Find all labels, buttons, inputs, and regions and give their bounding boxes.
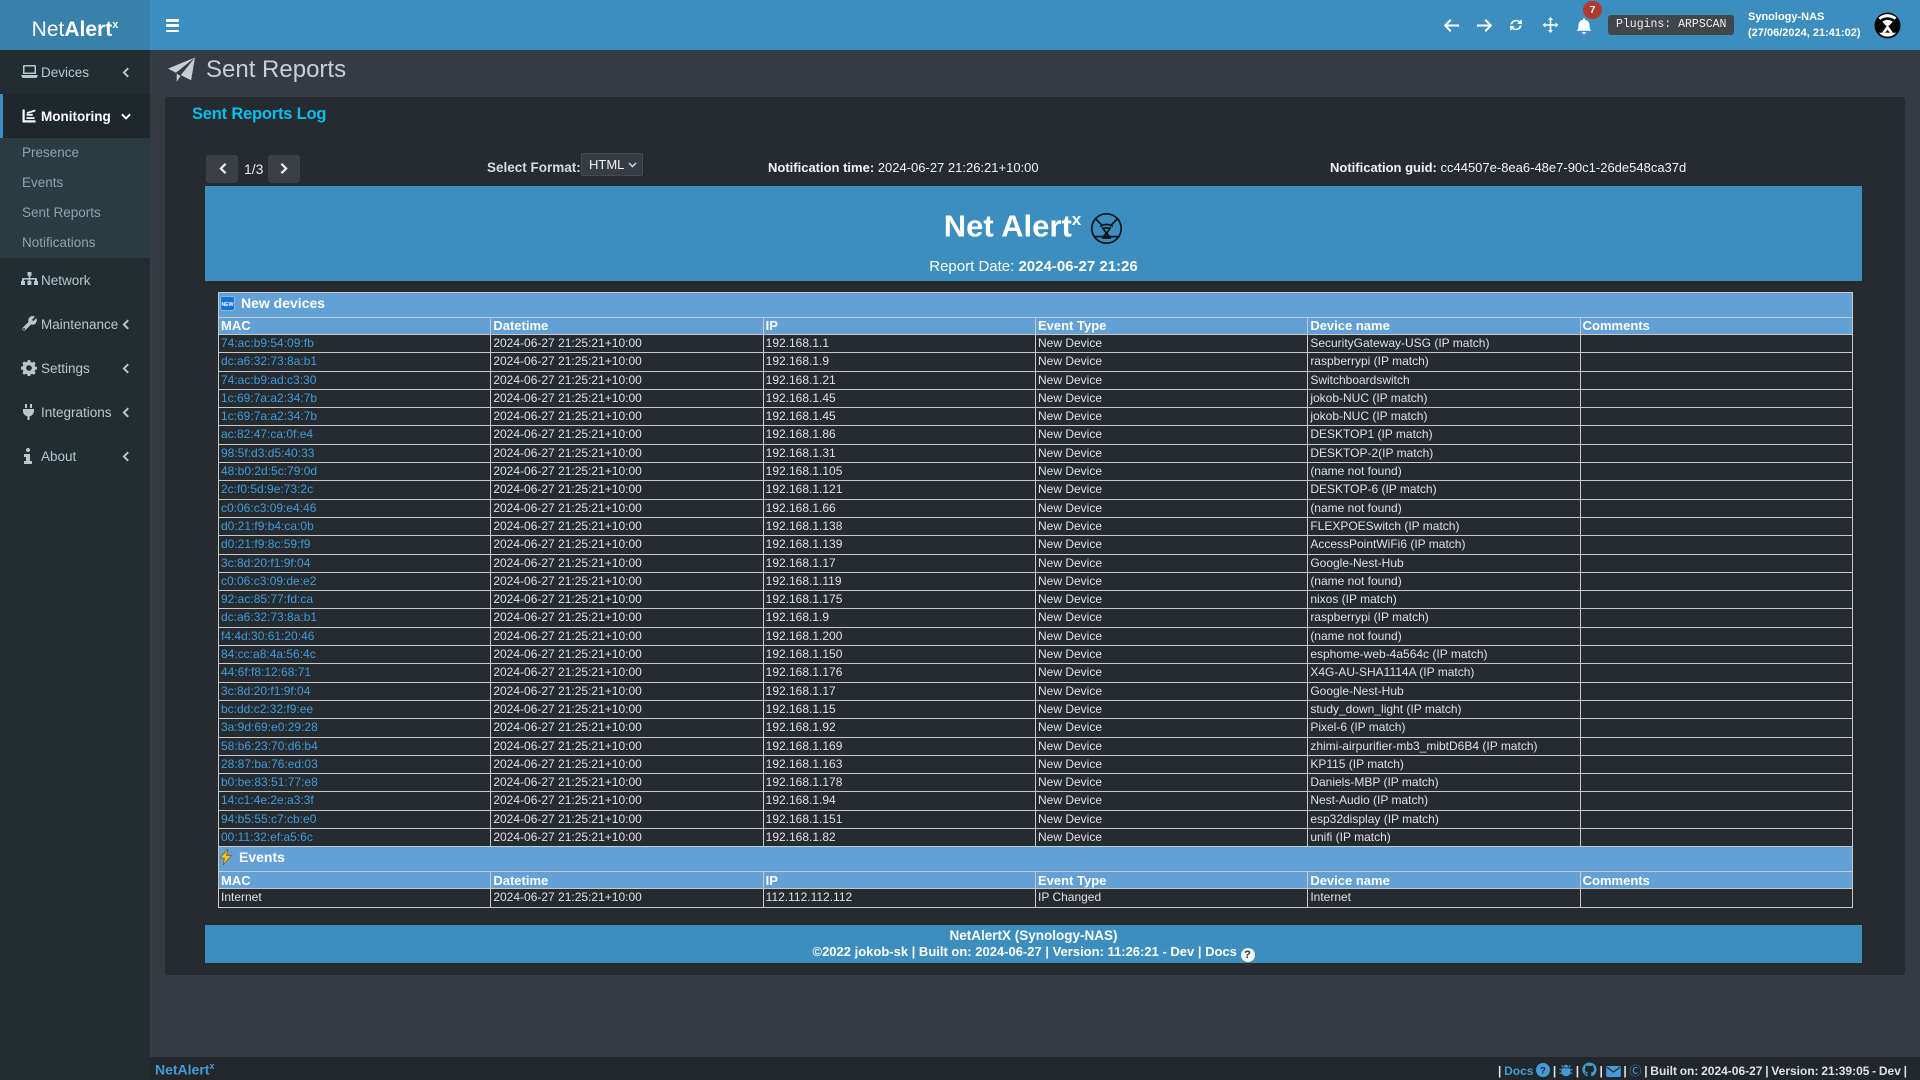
svg-text:?: ? xyxy=(1540,1065,1546,1075)
svg-text:NEW: NEW xyxy=(221,302,233,308)
